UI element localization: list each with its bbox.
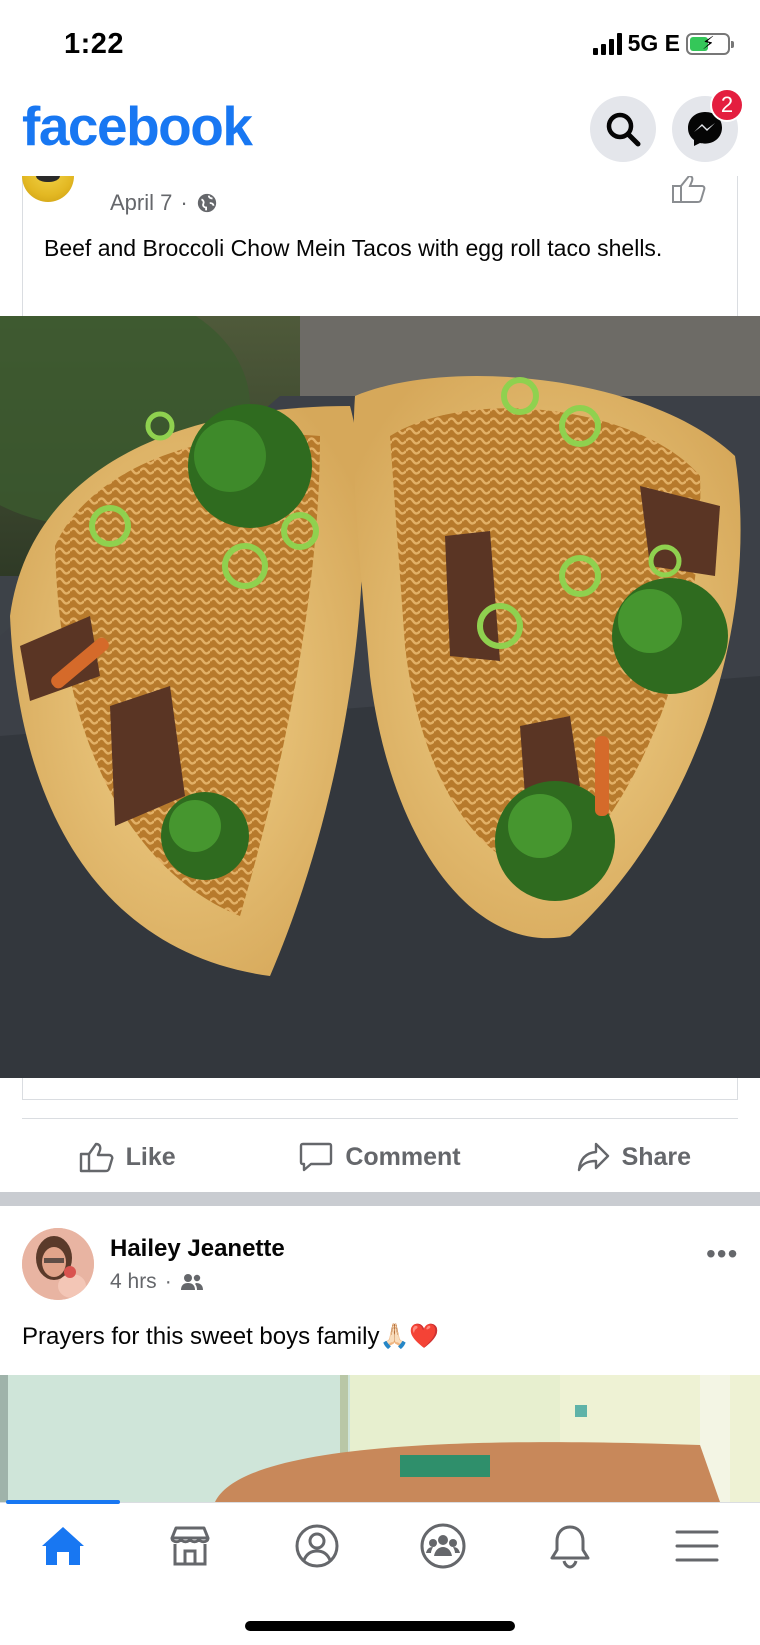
feed-separator	[0, 1192, 760, 1206]
comment-button[interactable]: Comment	[253, 1120, 506, 1194]
profile-icon	[295, 1524, 339, 1568]
notification-badge: 2	[710, 88, 744, 122]
post-actions: Like Comment Share	[0, 1120, 760, 1194]
battery-icon: ⚡	[686, 32, 734, 55]
nav-menu[interactable]	[633, 1521, 760, 1571]
messenger-button[interactable]: 2	[672, 88, 744, 162]
comment-icon	[300, 1142, 333, 1172]
post-time[interactable]: 4 hrs	[110, 1270, 157, 1294]
groups-icon	[420, 1523, 466, 1569]
post-author-avatar[interactable]	[22, 1228, 94, 1300]
signal-icon	[592, 32, 622, 55]
search-button[interactable]	[590, 96, 656, 162]
status-time: 1:22	[64, 28, 125, 60]
meta-separator: ·	[164, 1270, 172, 1293]
meta-separator: ·	[180, 190, 188, 215]
facebook-logo[interactable]: facebook	[22, 94, 253, 158]
post-photo-footer	[22, 1078, 738, 1100]
like-icon	[79, 1142, 114, 1173]
share-label: Share	[621, 1142, 692, 1171]
nav-notifications[interactable]	[507, 1521, 634, 1571]
post-author-name[interactable]: Hailey Jeanette	[110, 1235, 285, 1263]
nav-home[interactable]	[0, 1521, 127, 1571]
like-label: Like	[125, 1142, 176, 1171]
notifications-icon	[550, 1525, 590, 1569]
globe-icon	[197, 193, 216, 213]
more-options-icon[interactable]: •••	[706, 1238, 738, 1270]
nav-profile[interactable]	[253, 1521, 380, 1571]
like-button[interactable]: Like	[0, 1120, 253, 1194]
status-indicators: 5G E ⚡	[592, 30, 734, 57]
active-tab-indicator	[6, 1500, 120, 1504]
status-bar: 1:22 5G E ⚡	[0, 0, 760, 90]
app-header: facebook 2	[0, 88, 760, 176]
home-icon	[42, 1527, 85, 1565]
friends-icon	[180, 1274, 203, 1290]
action-divider	[22, 1118, 738, 1119]
post-text: Beef and Broccoli Chow Mein Tacos with e…	[44, 235, 663, 261]
post-text: Prayers for this sweet boys family🙏🏻❤️	[22, 1323, 440, 1350]
menu-icon	[675, 1530, 719, 1562]
comment-label: Comment	[345, 1142, 461, 1171]
nav-groups[interactable]	[380, 1521, 507, 1571]
post-date[interactable]: April 7	[110, 190, 172, 216]
post-photo[interactable]	[0, 1375, 760, 1502]
like-reaction-icon	[670, 174, 708, 209]
share-button[interactable]: Share	[507, 1120, 760, 1194]
marketplace-icon	[170, 1526, 210, 1566]
nav-marketplace[interactable]	[127, 1521, 254, 1571]
post-meta: April 7 ·	[110, 190, 218, 216]
share-icon	[577, 1142, 609, 1172]
network-type: 5G E	[627, 30, 680, 56]
post-meta: 4 hrs ·	[110, 1270, 204, 1294]
search-icon	[606, 112, 641, 147]
tacos-photo[interactable]	[0, 316, 760, 1078]
home-indicator[interactable]	[245, 1621, 515, 1631]
